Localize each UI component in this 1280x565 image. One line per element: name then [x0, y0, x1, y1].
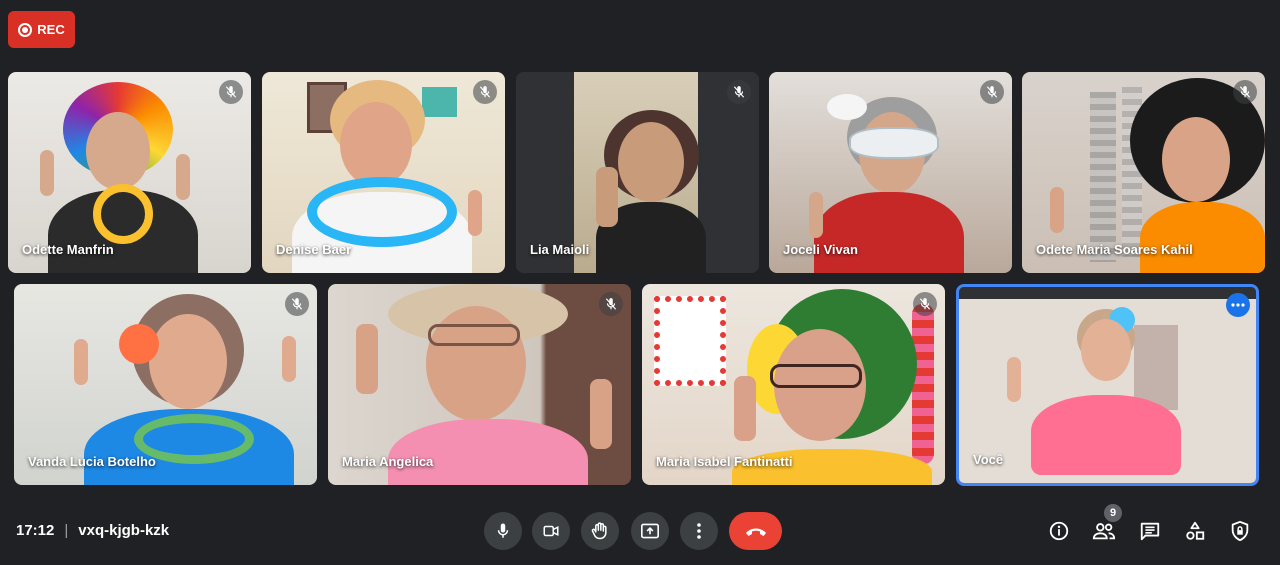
- participant-tile[interactable]: Maria Isabel Fantinatti: [642, 284, 945, 485]
- participant-tile[interactable]: Joceli Vivan: [769, 72, 1012, 273]
- muted-mic-icon: [285, 292, 309, 316]
- participant-name: Você: [973, 452, 1004, 467]
- raise-hand-button[interactable]: [581, 512, 619, 550]
- host-controls-icon: [1231, 520, 1249, 542]
- muted-mic-icon: [219, 80, 243, 104]
- participant-name: Odete Maria Soares Kahil: [1036, 242, 1193, 257]
- separator: |: [64, 522, 69, 539]
- participant-name: Odette Manfrin: [22, 242, 114, 257]
- people-icon: [1092, 523, 1116, 540]
- more-options-button[interactable]: [680, 512, 718, 550]
- participant-name: Vanda Lucia Botelho: [28, 454, 156, 469]
- participant-count-badge: 9: [1104, 504, 1122, 522]
- recording-indicator[interactable]: REC: [8, 11, 75, 48]
- muted-mic-icon: [913, 292, 937, 316]
- meeting-details-button[interactable]: [1044, 516, 1074, 546]
- meeting-code: vxq-kjgb-kzk: [78, 522, 170, 539]
- participant-name: Maria Isabel Fantinatti: [656, 454, 793, 469]
- more-options-icon[interactable]: [1226, 293, 1250, 317]
- record-icon: [18, 22, 33, 37]
- camera-button[interactable]: [532, 512, 570, 550]
- muted-mic-icon: [1233, 80, 1257, 104]
- self-view-tile[interactable]: Você: [956, 284, 1259, 486]
- activities-icon: [1186, 521, 1205, 540]
- present-screen-button[interactable]: [631, 512, 669, 550]
- participant-tile[interactable]: Vanda Lucia Botelho: [14, 284, 317, 485]
- participant-name: Denise Baer: [276, 242, 352, 257]
- activities-button[interactable]: [1180, 516, 1210, 546]
- more-options-icon: [697, 523, 701, 539]
- participant-tile[interactable]: Odette Manfrin: [8, 72, 251, 273]
- chat-icon: [1140, 522, 1160, 541]
- meeting-time: 17:12: [16, 522, 55, 539]
- microphone-button[interactable]: [484, 512, 522, 550]
- participant-tile[interactable]: Lia Maioli: [516, 72, 759, 273]
- present-screen-icon: [641, 523, 659, 539]
- video-feed: [959, 287, 1256, 483]
- participant-name: Lia Maioli: [530, 242, 590, 257]
- muted-mic-icon: [980, 80, 1004, 104]
- participant-name: Joceli Vivan: [783, 242, 858, 257]
- hang-up-button[interactable]: [729, 512, 782, 550]
- camera-icon: [543, 525, 559, 537]
- rec-label: REC: [37, 22, 65, 37]
- raise-hand-icon: [591, 522, 607, 540]
- hang-up-icon: [745, 528, 766, 536]
- meeting-info: 17:12 | vxq-kjgb-kzk: [16, 522, 169, 539]
- muted-mic-icon: [473, 80, 497, 104]
- microphone-icon: [497, 523, 509, 538]
- participant-name: Maria Angelica: [342, 454, 434, 469]
- info-icon: [1049, 521, 1069, 541]
- participant-tile[interactable]: Denise Baer: [262, 72, 505, 273]
- chat-button[interactable]: [1135, 516, 1165, 546]
- participant-tile[interactable]: Maria Angelica: [328, 284, 631, 485]
- participant-tile[interactable]: Odete Maria Soares Kahil: [1022, 72, 1265, 273]
- host-controls-button[interactable]: [1225, 516, 1255, 546]
- muted-mic-icon: [599, 292, 623, 316]
- muted-mic-icon: [727, 80, 751, 104]
